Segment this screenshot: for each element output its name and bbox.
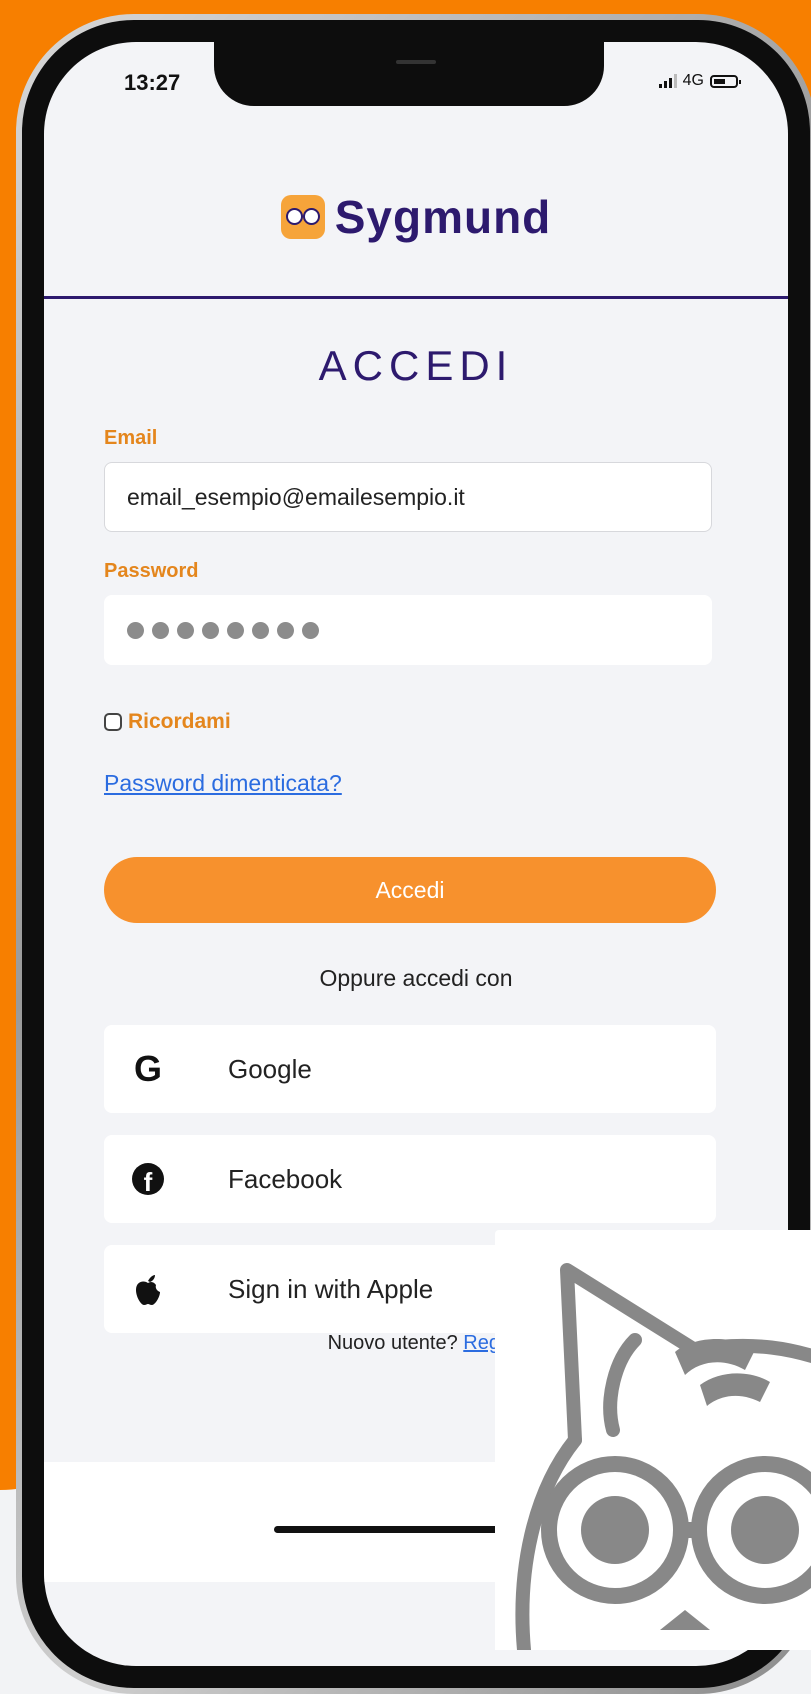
google-icon: G <box>133 1048 162 1089</box>
password-field[interactable] <box>104 595 712 665</box>
password-dot <box>252 621 269 639</box>
signal-icon <box>658 74 677 88</box>
speaker <box>396 60 436 64</box>
notch <box>214 42 604 106</box>
password-mask <box>127 621 319 639</box>
mascot-overlay <box>495 1230 811 1667</box>
email-label: Email <box>104 427 158 449</box>
app-header: Sygmund <box>44 138 788 299</box>
brand-logo[interactable]: Sygmund <box>280 190 552 244</box>
network-type: 4G <box>682 72 704 89</box>
email-field[interactable]: email_esempio@emailesempio.it <box>104 462 712 532</box>
password-dot <box>277 621 294 639</box>
apple-icon <box>126 1267 170 1311</box>
google-login-button[interactable]: G Google <box>104 1025 716 1113</box>
google-label: Google <box>228 1053 312 1084</box>
remember-label: Ricordami <box>128 710 231 733</box>
battery-icon <box>710 74 741 88</box>
status-time: 13:27 <box>124 70 181 95</box>
cat-mascot-icon <box>515 1263 811 1667</box>
cat-logo-icon <box>280 195 325 239</box>
facebook-label: Facebook <box>228 1163 343 1194</box>
login-button[interactable]: Accedi <box>104 857 716 923</box>
password-dot <box>177 621 194 639</box>
new-user-text: Nuovo utente? <box>327 1332 458 1354</box>
page-title: ACCEDI <box>318 342 514 389</box>
brand-name: Sygmund <box>334 191 552 243</box>
remember-checkbox[interactable] <box>104 713 122 731</box>
password-dot <box>127 621 144 639</box>
facebook-icon: f <box>126 1157 170 1201</box>
password-dot <box>152 621 169 639</box>
status-indicators: 4G <box>658 72 741 90</box>
facebook-login-button[interactable]: f Facebook <box>104 1135 716 1223</box>
apple-label: Sign in with Apple <box>228 1273 434 1304</box>
remember-me[interactable]: Ricordami <box>104 710 231 734</box>
password-dot <box>227 621 244 639</box>
password-label: Password <box>104 560 199 582</box>
password-dot <box>302 621 319 639</box>
social-intro: Oppure accedi con <box>319 965 513 991</box>
forgot-password-link[interactable]: Password dimenticata? <box>104 770 342 797</box>
password-dot <box>202 621 219 639</box>
